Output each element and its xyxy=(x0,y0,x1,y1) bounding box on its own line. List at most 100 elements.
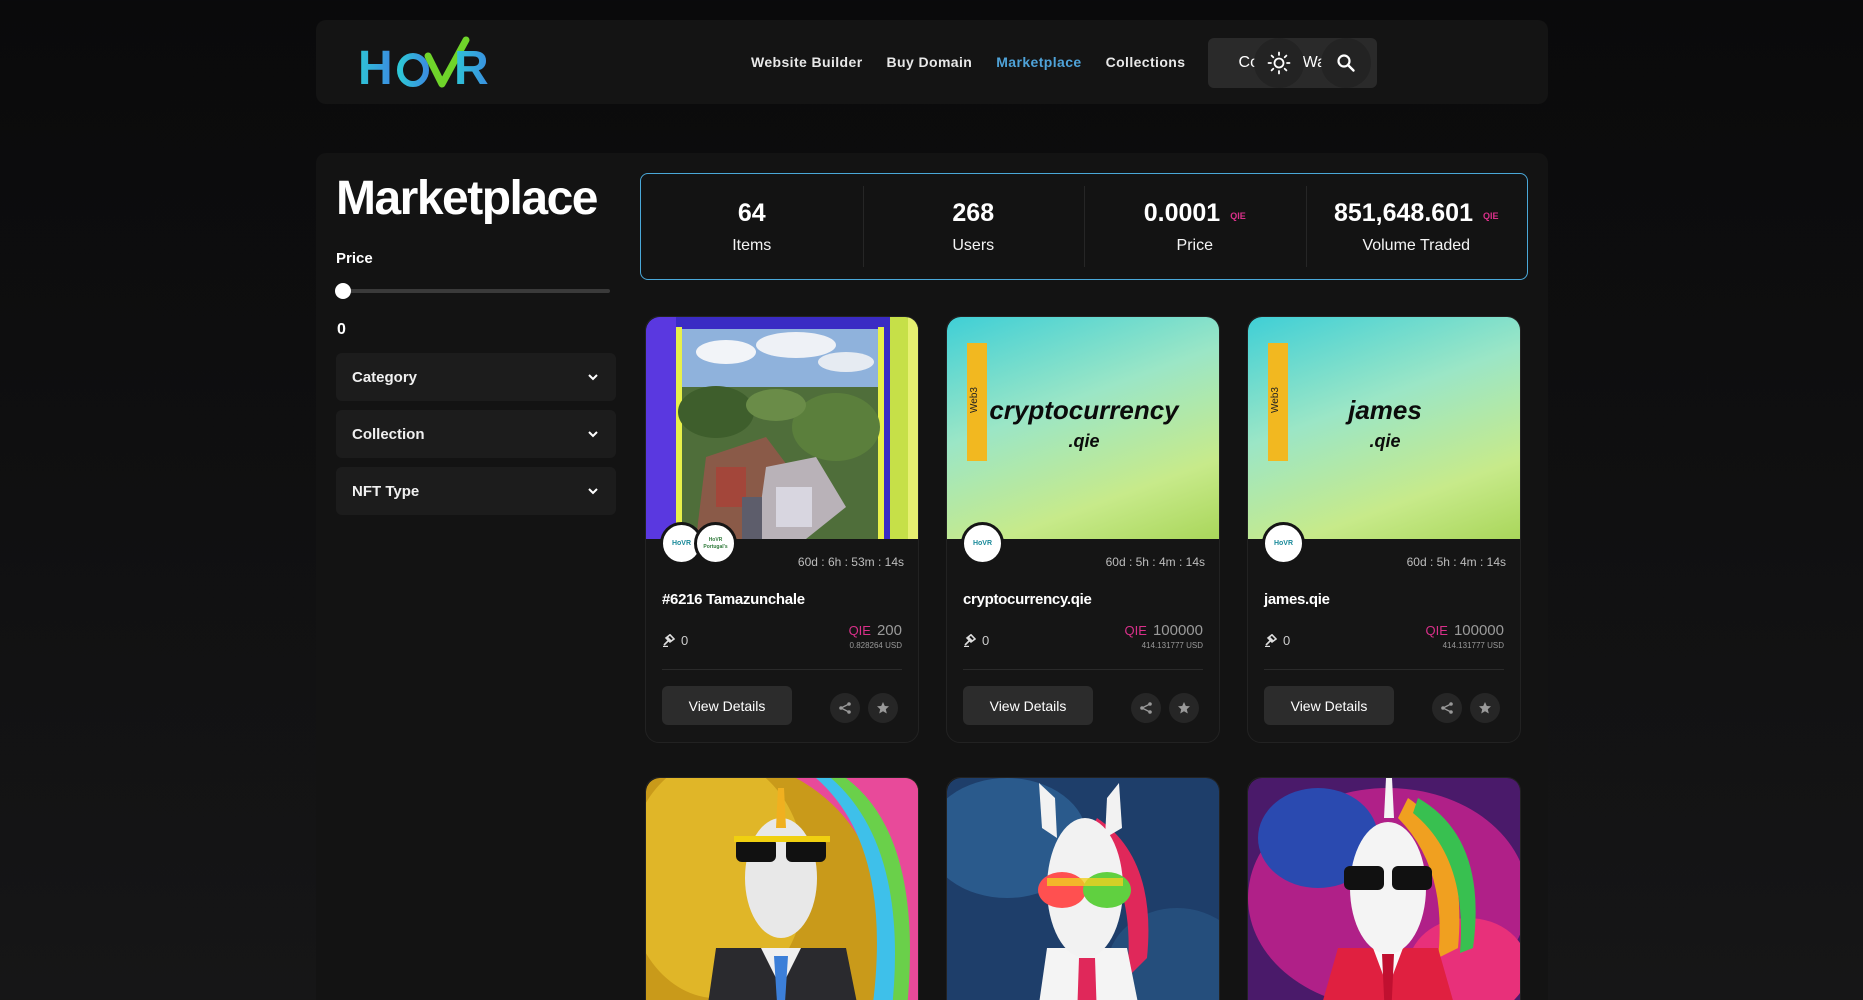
favorite-button[interactable] xyxy=(1470,693,1500,723)
gavel-icon xyxy=(663,634,675,647)
creator-avatar[interactable]: HoVR xyxy=(1262,522,1305,565)
dropdown-label: Collection xyxy=(352,425,425,443)
stat-label: Price xyxy=(1176,236,1213,254)
collection-dropdown[interactable]: Collection xyxy=(336,410,616,458)
share-button[interactable] xyxy=(1131,693,1161,723)
star-icon xyxy=(1178,702,1190,714)
nft-image[interactable] xyxy=(646,317,918,539)
price-filter-value: 0 xyxy=(337,321,346,338)
nft-card[interactable] xyxy=(946,777,1220,1000)
qie-currency-icon: QIE xyxy=(1124,623,1147,638)
sun-icon xyxy=(1267,51,1291,75)
nav-marketplace[interactable]: Marketplace xyxy=(996,54,1081,70)
nft-card[interactable] xyxy=(645,777,919,1000)
category-dropdown[interactable]: Category xyxy=(336,353,616,401)
domain-tld-text: .qie xyxy=(1369,431,1401,451)
nav-website-builder[interactable]: Website Builder xyxy=(751,54,863,70)
stat-label: Volume Traded xyxy=(1362,236,1471,254)
bid-count-value: 0 xyxy=(681,633,689,648)
stat-label: Users xyxy=(952,236,995,254)
star-icon xyxy=(877,702,889,714)
stat-value: 64 xyxy=(737,198,766,227)
view-details-button[interactable]: View Details xyxy=(963,686,1093,725)
nav-collections[interactable]: Collections xyxy=(1106,54,1186,70)
qie-currency-icon: QIE xyxy=(1230,211,1246,221)
price-filter-label: Price xyxy=(336,250,373,267)
divider xyxy=(1264,669,1504,670)
price-slider-track[interactable] xyxy=(340,289,610,293)
main-nav: Website Builder Buy Domain Marketplace C… xyxy=(751,20,1209,104)
search-button[interactable] xyxy=(1321,38,1371,88)
creator-avatar[interactable]: HoVR xyxy=(961,522,1004,565)
bid-count: 0 xyxy=(963,633,989,648)
search-icon xyxy=(1337,54,1355,72)
share-button[interactable] xyxy=(1432,693,1462,723)
theme-toggle-button[interactable] xyxy=(1254,38,1304,88)
nft-price-usd: 414.131777 USD xyxy=(1442,641,1504,650)
star-icon xyxy=(1479,702,1491,714)
auction-timer: 60d : 5h : 4m : 14s xyxy=(1105,555,1205,569)
bid-count-value: 0 xyxy=(982,633,990,648)
nft-card[interactable]: Web3 cryptocurrency .qie HoVR 60d : 5h :… xyxy=(946,316,1220,743)
nft-image[interactable]: Web3 james .qie xyxy=(1248,317,1520,539)
gavel-icon xyxy=(1265,634,1277,647)
stat-items: 64 Items xyxy=(641,174,863,279)
favorite-button[interactable] xyxy=(868,693,898,723)
view-details-button[interactable]: View Details xyxy=(662,686,792,725)
share-icon xyxy=(1441,702,1453,714)
nft-card[interactable] xyxy=(1247,777,1521,1000)
chevron-down-icon xyxy=(588,374,598,381)
share-button[interactable] xyxy=(830,693,860,723)
domain-name-text: cryptocurrency xyxy=(989,395,1179,425)
svg-text:H: H xyxy=(358,42,391,94)
stat-value: 851,648.601 xyxy=(1333,198,1473,227)
nft-price: 100000 xyxy=(1453,622,1504,639)
stat-label: Items xyxy=(732,236,772,254)
nft-card[interactable]: HoVR HoVR Portugal's 60d : 6h : 53m : 14… xyxy=(645,316,919,743)
bid-count-value: 0 xyxy=(1283,633,1291,648)
nft-image[interactable] xyxy=(1248,778,1520,1000)
chevron-down-icon xyxy=(588,431,598,438)
chevron-down-icon xyxy=(588,488,598,495)
divider xyxy=(662,669,902,670)
nft-image[interactable] xyxy=(947,778,1219,1000)
share-icon xyxy=(839,702,851,714)
domain-name-text: james xyxy=(1348,395,1422,425)
price-slider-thumb[interactable] xyxy=(335,283,351,299)
price-block: QIE 200 0.828264 USD xyxy=(849,622,902,650)
favorite-button[interactable] xyxy=(1169,693,1199,723)
nft-name[interactable]: james.qie xyxy=(1264,591,1330,608)
nft-type-dropdown[interactable]: NFT Type xyxy=(336,467,616,515)
dropdown-label: NFT Type xyxy=(352,482,420,500)
nft-name[interactable]: #6216 Tamazunchale xyxy=(662,591,805,608)
stat-volume: 851,648.601 QIE Volume Traded xyxy=(1305,174,1528,279)
qie-currency-icon: QIE xyxy=(1425,623,1448,638)
hovr-logo[interactable]: H R xyxy=(356,32,496,94)
bid-count: 0 xyxy=(662,633,688,648)
stat-value: 0.0001 xyxy=(1143,198,1221,227)
marketplace-panel: Marketplace Price 0 Category Collection … xyxy=(316,153,1548,1000)
top-nav-bar: H R Website Builder Buy Domain Marketpla… xyxy=(316,20,1548,104)
nft-price-usd: 0.828264 USD xyxy=(849,641,902,650)
price-block: QIE 100000 414.131777 USD xyxy=(1426,622,1504,650)
nft-price-usd: 414.131777 USD xyxy=(1141,641,1203,650)
nft-image[interactable]: Web3 cryptocurrency .qie xyxy=(947,317,1219,539)
collection-avatar[interactable]: HoVR Portugal's xyxy=(694,522,737,565)
auction-timer: 60d : 5h : 4m : 14s xyxy=(1406,555,1506,569)
nft-card[interactable]: Web3 james .qie HoVR 60d : 5h : 4m : 14s… xyxy=(1247,316,1521,743)
qie-currency-icon: QIE xyxy=(848,623,871,638)
price-block: QIE 100000 414.131777 USD xyxy=(1125,622,1203,650)
share-icon xyxy=(1140,702,1152,714)
stat-value: 268 xyxy=(952,198,995,227)
page-title: Marketplace xyxy=(336,172,598,225)
svg-text:R: R xyxy=(454,42,489,94)
dropdown-label: Category xyxy=(352,368,418,386)
view-details-button[interactable]: View Details xyxy=(1264,686,1394,725)
nft-name[interactable]: cryptocurrency.qie xyxy=(963,591,1092,608)
gavel-icon xyxy=(964,634,976,647)
nav-buy-domain[interactable]: Buy Domain xyxy=(887,54,973,70)
domain-tld-text: .qie xyxy=(1068,431,1100,451)
stat-users: 268 Users xyxy=(862,174,1085,279)
divider xyxy=(963,669,1203,670)
nft-image[interactable] xyxy=(646,778,918,1000)
